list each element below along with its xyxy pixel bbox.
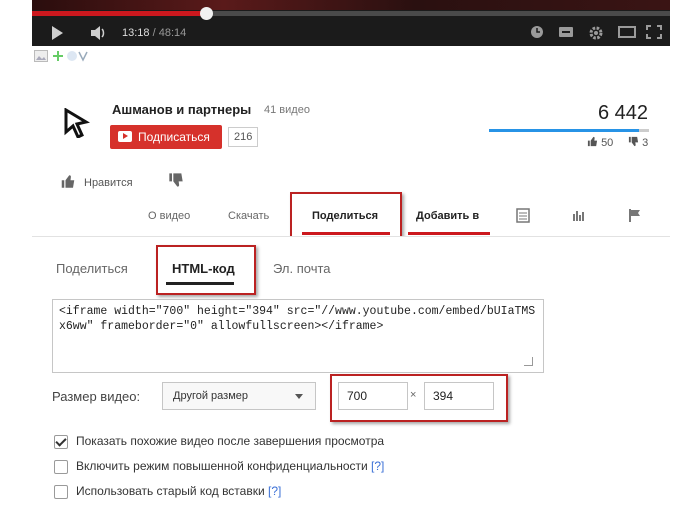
likes-count: 50 (587, 136, 613, 149)
thumbs-down-icon (628, 136, 639, 147)
progress-bar[interactable] (32, 7, 670, 20)
share-tab-email[interactable]: Эл. почта (273, 261, 331, 276)
theater-mode-icon[interactable] (618, 25, 636, 39)
rating-fill (489, 129, 640, 132)
tab-download[interactable]: Скачать (228, 210, 269, 222)
old-embed-help-link[interactable]: [?] (268, 484, 281, 498)
fullscreen-icon[interactable] (646, 25, 662, 39)
width-input[interactable] (338, 382, 408, 410)
like-label: Нравится (84, 177, 133, 189)
video-player[interactable]: 13:18 / 48:14 (32, 0, 670, 46)
thumbs-up-icon (587, 136, 598, 147)
resize-grip-icon[interactable] (524, 357, 533, 366)
progress-handle[interactable] (199, 7, 213, 20)
dislikes-value: 3 (642, 137, 649, 149)
share-panel: Поделиться HTML-код Эл. почта <iframe wi… (32, 236, 670, 516)
video-size-select[interactable]: Другой размер (162, 382, 316, 410)
channel-logo[interactable] (62, 108, 90, 138)
time-separator: / (149, 27, 159, 39)
player-controls: 13:18 / 48:14 (32, 20, 670, 46)
add-tab-underline (408, 232, 490, 235)
option-label: Показать похожие видео после завершения … (76, 434, 384, 448)
privacy-help-link[interactable]: [?] (371, 459, 384, 473)
progress-fill (32, 11, 206, 16)
thumbs-up-icon (61, 175, 75, 188)
tab-about[interactable]: О видео (148, 210, 190, 222)
statistics-icon[interactable] (572, 208, 586, 222)
channel-name[interactable]: Ашманов и партнеры (112, 102, 251, 117)
captions-icon[interactable] (558, 25, 574, 39)
flag-icon[interactable] (628, 208, 642, 223)
related-videos-checkbox[interactable] (54, 435, 68, 449)
time-total: 48:14 (158, 27, 187, 39)
dislikes-count: 3 (628, 136, 648, 149)
video-size-label: Размер видео: (52, 389, 141, 404)
privacy-mode-label: Включить режим повышенной конфиденциальн… (76, 459, 368, 473)
mini-toolbar (32, 48, 112, 64)
old-embed-label: Использовать старый код вставки (76, 484, 265, 498)
video-frame[interactable] (32, 0, 670, 10)
dislike-button[interactable] (168, 172, 184, 188)
play-icon[interactable] (52, 26, 63, 40)
youtube-icon (118, 131, 132, 142)
share-tab-share[interactable]: Поделиться (56, 261, 128, 276)
time-readout: 13:18 / 48:14 (122, 27, 186, 39)
subscribe-button[interactable]: Подписаться (110, 125, 222, 149)
chevron-down-icon (295, 394, 303, 399)
rating-bar (489, 129, 649, 132)
watch-later-icon[interactable] (530, 25, 544, 39)
embed-code-textarea[interactable]: <iframe width="700" height="394" src="//… (52, 299, 544, 373)
translate-icon (53, 51, 63, 61)
channel-area: Ашманов и партнеры 41 видео Подписаться … (32, 64, 670, 248)
size-times-sign: × (410, 389, 417, 401)
highlight-box-html-tab (156, 245, 256, 295)
gear-icon[interactable] (588, 25, 604, 41)
privacy-mode-checkbox[interactable] (54, 460, 68, 474)
tab-add-to[interactable]: Добавить в (416, 210, 479, 222)
sv-badge-icon (67, 51, 88, 62)
image-icon (34, 50, 48, 62)
old-embed-checkbox[interactable] (54, 485, 68, 499)
height-input[interactable] (424, 382, 494, 410)
subscribe-label: Подписаться (138, 130, 210, 144)
option-label: Использовать старый код вставки [?] (76, 484, 281, 498)
subscriber-count: 216 (228, 127, 259, 147)
time-current: 13:18 (122, 27, 150, 39)
video-size-option: Другой размер (173, 390, 248, 402)
like-button[interactable]: Нравится (60, 174, 133, 189)
likes-value: 50 (601, 137, 614, 149)
related-videos-label: Показать похожие видео после завершения … (76, 434, 385, 448)
transcript-icon[interactable] (516, 208, 530, 223)
video-count: 41 видео (264, 104, 310, 116)
option-label: Включить режим повышенной конфиденциальн… (76, 459, 384, 473)
view-count: 6 442 (598, 102, 649, 124)
volume-icon[interactable] (90, 25, 108, 41)
